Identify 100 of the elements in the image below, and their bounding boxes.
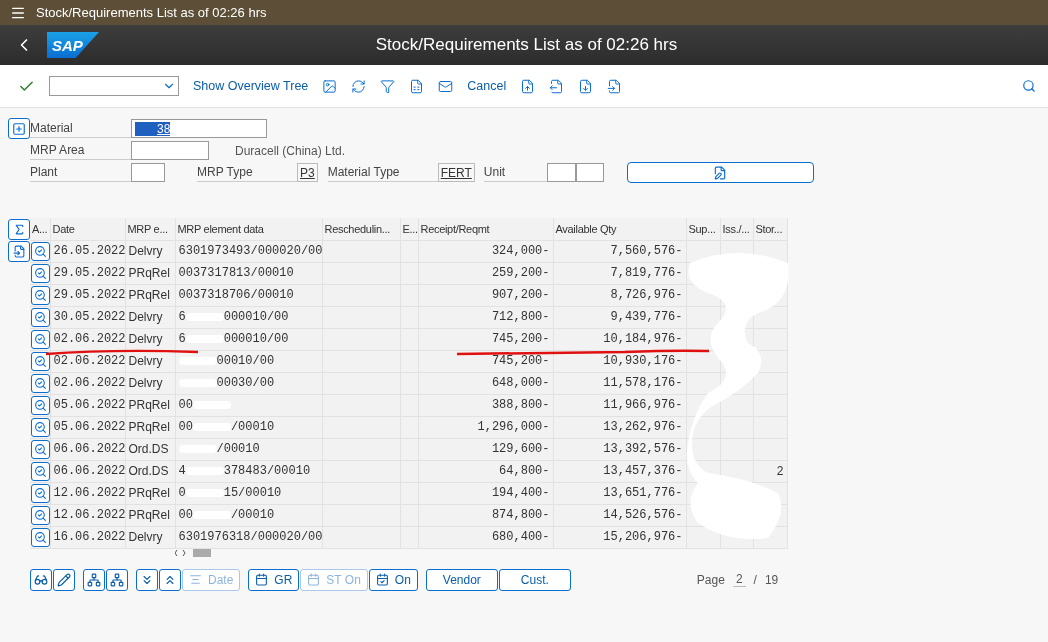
plant-field[interactable] [131,163,165,182]
column-header[interactable]: Sup... [686,218,720,240]
unit-field[interactable] [575,163,604,182]
tree-button[interactable] [83,568,105,591]
mail-button[interactable] [438,78,454,94]
magnifier-icon [34,420,47,434]
table-cell: 26.05.2022 [50,240,125,262]
filter-button[interactable] [380,78,396,94]
document-pen-icon [713,165,728,180]
table-cell: /00010 [230,508,275,522]
export-file-button[interactable] [549,78,565,94]
table-cell: 00010/00 [216,354,275,368]
details-button[interactable] [31,417,49,437]
toolbar-button[interactable]: Cust. [498,568,571,591]
sum-button[interactable] [8,219,30,240]
table-cell: 6301973493/000020/00 [178,244,321,258]
unit-field[interactable] [546,163,576,182]
material-field[interactable]: 38 [131,119,267,138]
edit-button[interactable] [626,162,814,183]
details-button[interactable] [31,439,49,459]
file-arrow-icon [12,245,26,258]
sheet-button[interactable] [409,78,425,94]
column-header[interactable]: Reschedulin... [322,218,400,240]
table-cell: 00030/00 [216,376,275,390]
table-cell: 02.06.2022 [50,350,125,372]
mrp-area-field[interactable] [131,141,209,160]
column-header[interactable]: A... [30,218,50,240]
details-button[interactable] [31,241,49,261]
magnifier-icon [34,530,47,544]
calendar-check-icon [375,573,389,586]
table-cell: 6 [178,310,186,324]
table-cell: 648,000- [418,372,553,394]
magnifier-icon [34,310,47,324]
details-button[interactable] [31,505,49,525]
collapse-all-button[interactable] [159,568,181,591]
table-cell: 6 [178,332,186,346]
search-icon [1022,79,1036,93]
command-dropdown[interactable] [49,76,179,96]
tree-button[interactable] [106,568,128,591]
refresh-button[interactable] [351,78,367,94]
table-cell: 378483/00010 [223,464,311,478]
table-cell: 745,200- [418,350,553,372]
table-cell: Ord.DS [125,438,175,460]
details-button[interactable] [31,263,49,283]
details-button[interactable] [31,395,49,415]
table-cell: 1,296,000- [418,416,553,438]
filter-icon [380,78,396,94]
pencil-button[interactable] [53,568,75,591]
column-header[interactable]: E... [400,218,418,240]
column-header[interactable]: MRP e... [125,218,175,240]
details-button[interactable] [31,527,49,547]
toolbar-button[interactable]: GR [248,568,300,591]
table-cell: 06.06.2022 [50,438,125,460]
table-cell: 680,400- [418,526,553,548]
page-label: Page [696,572,725,587]
column-header[interactable]: MRP element data [175,218,322,240]
table-cell: 7,560,576- [553,240,686,262]
page-number-field[interactable]: 2 [732,572,746,587]
download-file-icon [578,78,594,94]
details-button[interactable] [31,285,49,305]
toolbar-button[interactable]: Vendor [425,568,498,591]
table-cell: 745,200- [418,328,553,350]
image-button[interactable] [322,78,338,94]
details-button[interactable] [31,461,49,481]
column-header[interactable]: Date [50,218,125,240]
table-cell: 15/00010 [223,486,282,500]
search-button[interactable] [1022,79,1036,93]
table-cell: 13,457,376- [553,460,686,482]
details-button[interactable] [31,329,49,349]
lines-icon [189,573,202,586]
toolbar-button[interactable]: On [368,568,418,591]
add-button[interactable] [8,118,30,139]
table-cell: PRqRel [125,262,175,284]
column-header[interactable]: Available Qty [553,218,686,240]
table-cell: 129,600- [418,438,553,460]
download-file-button[interactable] [578,78,594,94]
upload-file-icon [520,78,536,94]
magnifier-icon [34,266,47,280]
table-cell: Delvry [125,328,175,350]
details-button[interactable] [31,351,49,371]
table-cell: 259,200- [418,262,553,284]
import-file-button[interactable] [607,78,623,94]
table-cell: PRqRel [125,284,175,306]
magnifier-icon [34,354,47,368]
toolbar-button[interactable]: Cancel [467,79,507,93]
details-button[interactable] [31,483,49,503]
export-button[interactable] [8,241,30,262]
upload-file-button[interactable] [520,78,536,94]
details-button[interactable] [31,307,49,327]
toolbar-button[interactable]: Show Overview Tree [193,79,309,93]
expand-all-button[interactable] [136,568,158,591]
table-cell: Delvry [125,306,175,328]
column-header[interactable]: Stor... [753,218,787,240]
column-header[interactable]: Receipt/Reqmt [418,218,553,240]
table-cell: 29.05.2022 [50,262,125,284]
plus-icon [12,121,26,136]
table-cell: 14,526,576- [553,504,686,526]
glasses-button[interactable] [30,568,52,591]
details-button[interactable] [31,373,49,393]
column-header[interactable]: Iss./... [720,218,753,240]
